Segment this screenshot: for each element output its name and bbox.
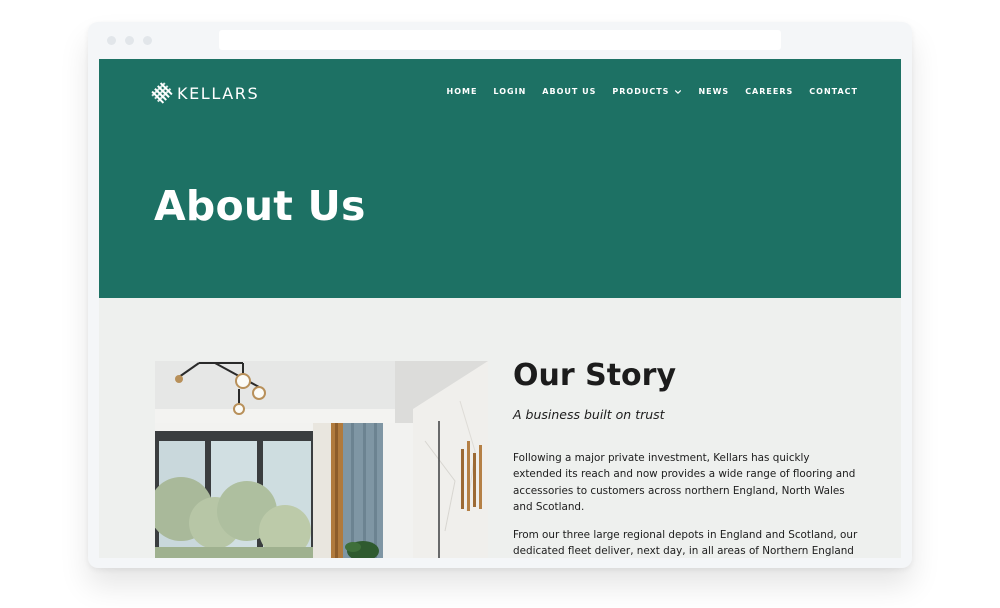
window-dot-close[interactable] [107,36,116,45]
woven-grid-logo-icon [151,82,173,104]
nav-about-us[interactable]: ABOUT US [542,87,596,96]
nav-news[interactable]: NEWS [698,87,729,96]
nav-products-label: PRODUCTS [612,87,670,96]
hero-banner: KELLARS HOME LOGIN ABOUT US PRODUCTS NEW… [99,59,901,298]
logo-text: KELLARS [177,83,260,103]
interior-photo [155,361,488,558]
nav-login[interactable]: LOGIN [493,87,526,96]
page-viewport: KELLARS HOME LOGIN ABOUT US PRODUCTS NEW… [99,59,901,558]
page-title: About Us [154,182,366,230]
main-nav: HOME LOGIN ABOUT US PRODUCTS NEWS CAREER… [447,87,859,96]
window-dot-minimize[interactable] [125,36,134,45]
nav-login-label: LOGIN [493,87,527,96]
story-tagline: A business built on trust [513,407,665,422]
nav-home[interactable]: HOME [447,87,478,96]
story-paragraph: Following a major private investment, Ke… [513,452,856,514]
nav-careers[interactable]: CAREERS [745,87,793,96]
address-bar[interactable] [219,30,781,50]
window-dot-maximize[interactable] [143,36,152,45]
nav-news-label: NEWS [698,87,730,96]
nav-contact-label: CONTACT [809,87,858,96]
nav-products[interactable]: PRODUCTS [612,87,682,96]
chevron-down-icon [675,89,682,94]
nav-contact[interactable]: CONTACT [809,87,858,96]
nav-about-us-label: ABOUT US [542,87,597,96]
site-logo[interactable]: KELLARS [151,82,259,104]
nav-home-label: HOME [446,87,478,96]
browser-window: KELLARS HOME LOGIN ABOUT US PRODUCTS NEW… [88,22,912,568]
story-heading: Our Story [513,358,677,393]
nav-careers-label: CAREERS [745,87,794,96]
story-paragraph: From our three large regional depots in … [513,529,858,558]
